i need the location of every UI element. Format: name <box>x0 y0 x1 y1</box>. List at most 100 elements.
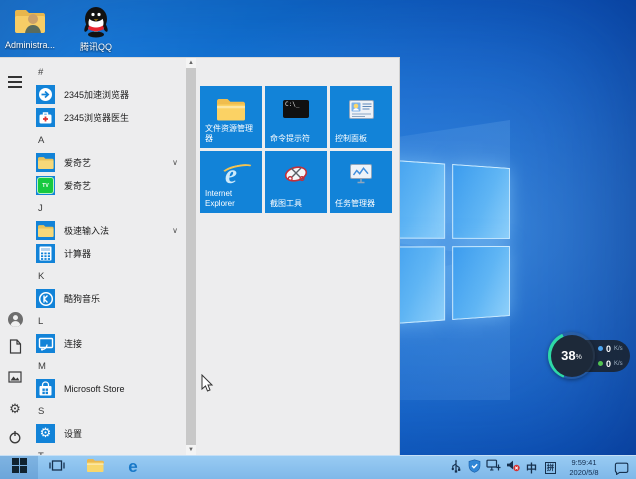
app-list-item[interactable]: 酷狗音乐 <box>0 287 186 310</box>
taskbar-buttons: e <box>0 455 152 479</box>
memory-percent: 38 <box>561 348 576 363</box>
task-view-button[interactable] <box>38 456 76 479</box>
app-label: 2345浏览器医生 <box>64 113 130 123</box>
taskbar: e 中 拼 9:59:41 2020/5/8 <box>0 455 636 479</box>
net-speed-ball[interactable]: 38 % <box>548 332 595 379</box>
ime-pinyin-icon[interactable]: 拼 <box>543 456 558 479</box>
desktop-icons: Administra... 腾讯QQ <box>2 4 124 53</box>
security-shield-icon <box>468 458 481 478</box>
download-speed-value: 0 <box>606 358 612 369</box>
folder-icon <box>36 153 55 172</box>
settings-tile-icon: ⚙ <box>36 424 55 443</box>
tile-label: 任务管理器 <box>335 199 375 208</box>
desktop-icon[interactable]: Administra... <box>2 4 58 53</box>
volume-muted[interactable] <box>505 456 520 479</box>
app-label: 酷狗音乐 <box>64 294 101 304</box>
app-list-item[interactable]: 2345加速浏览器 <box>0 83 186 106</box>
app-list-header[interactable]: A <box>0 129 186 151</box>
upload-speed-value: 0 <box>606 343 612 354</box>
app-list-header[interactable]: L <box>0 310 186 332</box>
clock-time: 9:59:41 <box>571 458 597 468</box>
app-label: 2345加速浏览器 <box>64 90 130 100</box>
scroll-down-icon[interactable]: ▼ <box>186 445 196 455</box>
start-menu-app-list: #2345加速浏览器 2345浏览器医生 A 爱奇艺 ∨ TV 爱奇艺 J 极速输入法 ∨ 计算器 K… <box>0 58 186 455</box>
edge-button[interactable]: e <box>114 456 152 479</box>
control-panel-icon <box>330 93 392 125</box>
chevron-down-icon[interactable]: ∨ <box>172 226 178 235</box>
app-list-item[interactable]: 爱奇艺 ∨ <box>0 151 186 174</box>
admin-folder-icon <box>13 4 47 38</box>
upload-speed-row: 0 K/s <box>598 341 628 356</box>
desktop-icon-label: 腾讯QQ <box>79 42 112 52</box>
safely-remove-hardware[interactable] <box>448 456 463 479</box>
app-list-header[interactable]: # <box>0 61 186 83</box>
explorer-folder-icon <box>200 93 262 125</box>
clock-date: 2020/5/8 <box>569 468 599 477</box>
start-menu: ⚙ #2345加速浏览器 2345浏览器医生 A 爱奇艺 ∨ TV 爱奇艺 J 极速输入法 ∨ 计算… <box>0 57 400 455</box>
scrollbar-thumb[interactable] <box>186 68 196 445</box>
start-tile[interactable]: 文件资源管理器 <box>200 86 262 148</box>
task-view-icon <box>49 459 65 477</box>
scroll-up-icon[interactable]: ▲ <box>186 58 196 68</box>
windows-logo-icon <box>11 457 27 478</box>
upload-speed-unit: K/s <box>614 346 623 352</box>
memory-percent-unit: % <box>575 353 582 361</box>
start-tile[interactable]: 控制面板 <box>330 86 392 148</box>
app-list-item[interactable]: 2345浏览器医生 <box>0 106 186 129</box>
app-list-item[interactable]: TV 爱奇艺 <box>0 174 186 197</box>
upload-dot-icon <box>598 346 603 351</box>
app-label: 连接 <box>64 339 83 349</box>
network-icon <box>486 459 501 477</box>
security-center[interactable] <box>467 456 482 479</box>
qq-icon <box>79 4 113 38</box>
tile-label: 命令提示符 <box>270 134 310 143</box>
calculator-icon <box>36 244 55 263</box>
app-label: Microsoft Store <box>64 383 125 394</box>
tile-label: 文件资源管理器 <box>205 124 253 143</box>
start-button[interactable] <box>0 455 38 479</box>
tile-label: 截图工具 <box>270 199 302 208</box>
file-explorer-button[interactable] <box>76 456 114 479</box>
app-label: 爱奇艺 <box>64 158 92 168</box>
app-list-header[interactable]: T <box>0 445 186 456</box>
snipping-tool-icon <box>265 158 327 190</box>
edge-icon: e <box>128 457 138 476</box>
ime-chinese-indicator[interactable]: 中 <box>524 456 539 479</box>
desktop-icon[interactable]: 腾讯QQ <box>68 4 124 53</box>
browser-2345-icon <box>36 85 55 104</box>
cmd-icon: C:\_ <box>265 93 327 125</box>
task-manager-icon <box>330 158 392 190</box>
app-list-item[interactable]: ⚙ 设置 <box>0 422 186 445</box>
app-list-item[interactable]: Microsoft Store <box>0 377 186 400</box>
start-tile[interactable]: 任务管理器 <box>330 151 392 213</box>
app-list-item[interactable]: 计算器 <box>0 242 186 265</box>
start-tile[interactable]: C:\_ 命令提示符 <box>265 86 327 148</box>
app-label: 计算器 <box>64 249 92 259</box>
download-speed-unit: K/s <box>614 361 623 367</box>
connect-icon <box>36 334 55 353</box>
desktop-icon-label: Administra... <box>4 40 55 50</box>
net-speed-monitor[interactable]: 38 % 0 K/s 0 K/s <box>548 332 632 380</box>
app-list-item[interactable]: 极速输入法 ∨ <box>0 219 186 242</box>
start-menu-tiles: 文件资源管理器 C:\_ 命令提示符 控制面板 e Internet Explorer 截… <box>200 86 392 213</box>
start-tile[interactable]: 截图工具 <box>265 151 327 213</box>
network-status[interactable] <box>486 456 501 479</box>
app-label: 爱奇艺 <box>64 181 92 191</box>
tile-label: Internet Explorer <box>205 189 235 208</box>
system-tray: 中 拼 9:59:41 2020/5/8 <box>448 456 636 479</box>
action-center-icon[interactable] <box>610 456 632 479</box>
taskbar-clock[interactable]: 9:59:41 2020/5/8 <box>562 458 606 478</box>
app-list-scrollbar[interactable]: ▲ ▼ <box>186 58 196 455</box>
app-list-item[interactable]: 连接 <box>0 332 186 355</box>
app-list-header[interactable]: M <box>0 355 186 377</box>
doctor-2345-icon <box>36 108 55 127</box>
app-list-header[interactable]: K <box>0 265 186 287</box>
app-label: 极速输入法 <box>64 226 110 236</box>
chevron-down-icon[interactable]: ∨ <box>172 158 178 167</box>
app-list-header[interactable]: S <box>0 400 186 422</box>
app-label: 设置 <box>64 429 83 439</box>
download-dot-icon <box>598 361 603 366</box>
file-explorer-icon <box>86 458 104 478</box>
start-tile[interactable]: e Internet Explorer <box>200 151 262 213</box>
app-list-header[interactable]: J <box>0 197 186 219</box>
